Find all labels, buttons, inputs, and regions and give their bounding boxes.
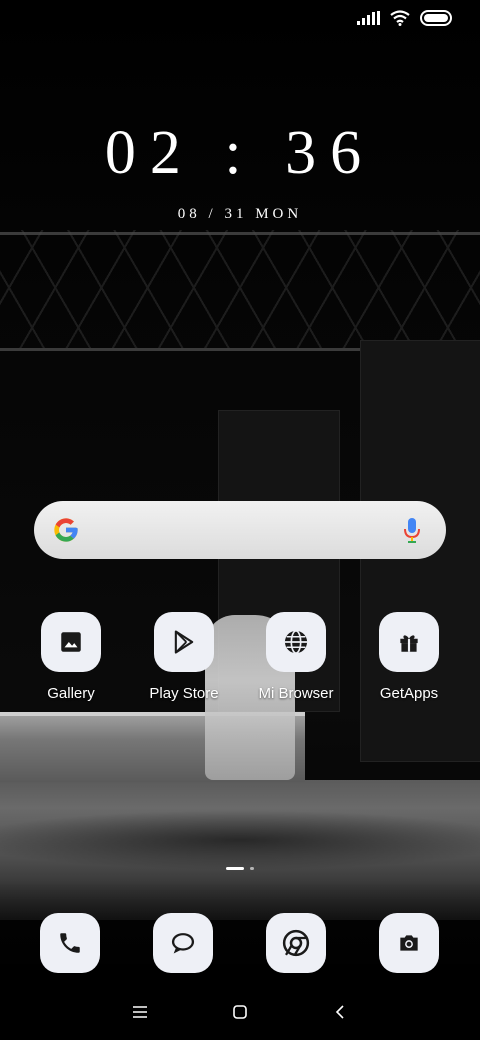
app-label: Mi Browser xyxy=(258,685,334,702)
wallpaper-truss xyxy=(0,230,480,350)
battery-icon xyxy=(420,10,452,26)
page-dot-active xyxy=(226,867,244,870)
app-getapps[interactable]: GetApps xyxy=(354,612,464,702)
app-mi-browser[interactable]: Mi Browser xyxy=(241,612,351,702)
play-store-icon[interactable] xyxy=(154,612,214,672)
app-label: GetApps xyxy=(379,685,439,702)
clock-time[interactable]: 02 : 36 xyxy=(0,118,480,189)
camera-icon[interactable] xyxy=(379,913,439,973)
navigation-bar xyxy=(0,998,480,1026)
app-label: Gallery xyxy=(47,685,95,702)
app-play-store[interactable]: Play Store xyxy=(129,612,239,702)
phone-icon[interactable] xyxy=(40,913,100,973)
status-bar xyxy=(357,10,452,26)
wallpaper-shadow xyxy=(0,810,480,870)
messages-icon[interactable] xyxy=(153,913,213,973)
menu-icon[interactable] xyxy=(120,998,160,1026)
gift-icon[interactable] xyxy=(379,612,439,672)
page-indicator xyxy=(0,867,480,870)
app-gallery[interactable]: Gallery xyxy=(16,612,126,702)
globe-icon[interactable] xyxy=(266,612,326,672)
gallery-icon[interactable] xyxy=(41,612,101,672)
google-search-bar[interactable] xyxy=(34,501,446,559)
signal-icon xyxy=(357,11,380,25)
clock-date[interactable]: 08 / 31 MON xyxy=(0,206,480,223)
home-icon[interactable] xyxy=(220,998,260,1026)
mic-icon[interactable] xyxy=(402,516,422,544)
back-icon[interactable] xyxy=(320,998,360,1026)
chrome-icon[interactable] xyxy=(266,913,326,973)
page-dot xyxy=(250,867,254,870)
app-label: Play Store xyxy=(149,685,219,702)
wifi-icon xyxy=(390,10,410,26)
google-g-icon xyxy=(54,518,78,542)
